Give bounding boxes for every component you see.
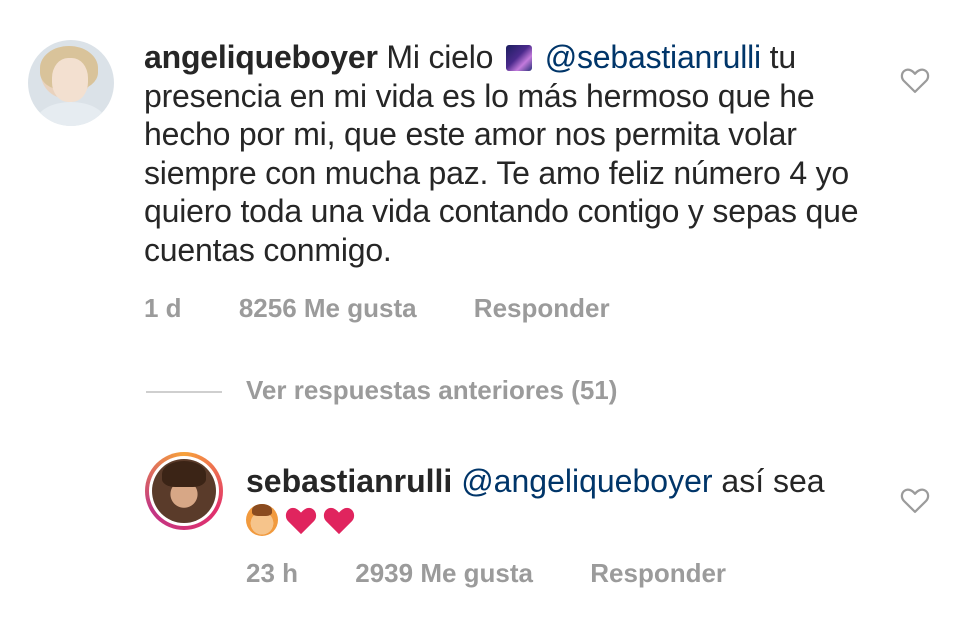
comment-text: angeliqueboyer Mi cielo @sebastianrulli … bbox=[144, 38, 884, 269]
avatar-hair bbox=[162, 461, 206, 487]
heart-outline-icon[interactable] bbox=[900, 66, 930, 94]
avatar-shoulder bbox=[36, 102, 106, 126]
reply-username[interactable]: sebastianrulli bbox=[246, 463, 452, 499]
face-emoji bbox=[246, 504, 278, 536]
avatar-angeliqueboyer[interactable] bbox=[28, 40, 114, 126]
heart-outline-icon[interactable] bbox=[900, 486, 930, 514]
mention-link[interactable]: @angeliqueboyer bbox=[461, 463, 712, 499]
comment-time: 1 d bbox=[144, 293, 182, 323]
red-heart-emoji bbox=[285, 507, 317, 535]
avatar-face bbox=[52, 58, 88, 102]
reply-button[interactable]: Responder bbox=[590, 558, 726, 588]
comment-likes[interactable]: 8256 Me gusta bbox=[239, 293, 417, 323]
reply-text-body: así sea bbox=[712, 463, 825, 499]
view-previous-replies-button[interactable]: Ver respuestas anteriores (51) bbox=[246, 375, 617, 406]
comment-username[interactable]: angeliqueboyer bbox=[144, 39, 378, 75]
reply-button[interactable]: Responder bbox=[474, 293, 610, 323]
reply-text: sebastianrulli @angeliqueboyer así sea bbox=[246, 462, 886, 500]
comment-meta: 1 d 8256 Me gusta Responder bbox=[144, 293, 660, 324]
replies-divider bbox=[146, 391, 222, 393]
avatar-photo bbox=[152, 459, 216, 523]
milky-way-emoji bbox=[505, 45, 532, 71]
comment-text-start: Mi cielo bbox=[386, 39, 494, 75]
reply-likes[interactable]: 2939 Me gusta bbox=[355, 558, 533, 588]
avatar-sebastianrulli[interactable] bbox=[145, 452, 223, 530]
reply-time: 23 h bbox=[246, 558, 299, 588]
red-heart-emoji bbox=[323, 507, 355, 535]
mention-link[interactable]: @sebastianrulli bbox=[545, 39, 761, 75]
reply-meta: 23 h 2939 Me gusta Responder bbox=[246, 558, 776, 589]
